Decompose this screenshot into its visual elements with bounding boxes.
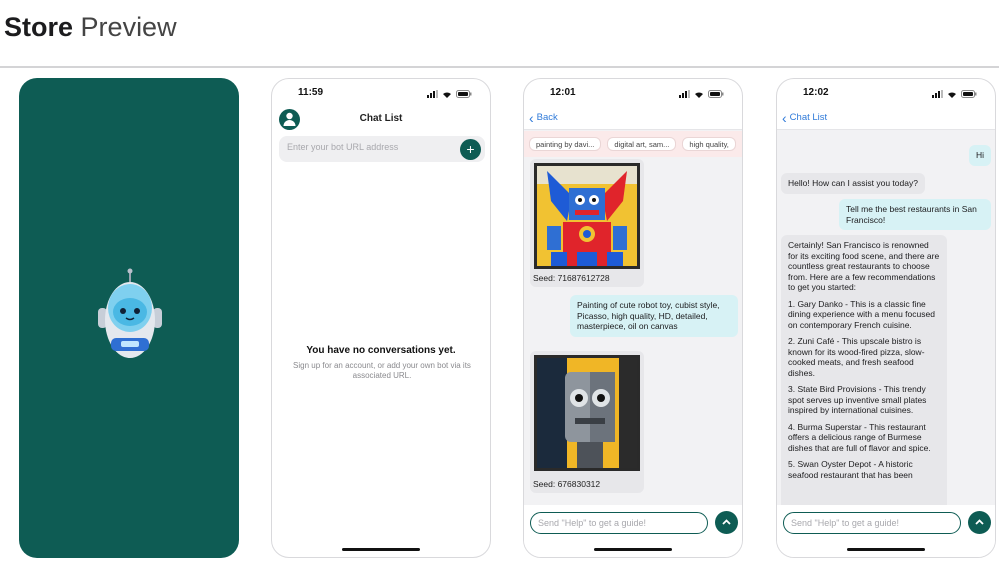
generated-image-card: Seed: 676830312	[530, 351, 644, 493]
robot-mascot-icon	[98, 268, 162, 358]
reply-item: 2. Zuni Café - This upscale bistro is kn…	[788, 336, 925, 378]
user-prompt-bubble: Painting of cute robot toy, cubist style…	[570, 295, 738, 337]
status-bar: 11:59	[272, 87, 490, 103]
chevron-left-icon: ‹	[782, 109, 787, 126]
plus-icon: +	[466, 141, 475, 157]
chevron-up-icon	[722, 519, 731, 525]
chat-list-screen: 11:59 Chat List + You have no conversati…	[271, 78, 491, 558]
back-label: Chat List	[789, 112, 828, 123]
restaurant-chat-screen: 12:02 ‹ Chat List Hi Hello! How can I ass…	[776, 78, 996, 558]
suggestion-chip[interactable]: digital art, sam...	[607, 137, 677, 151]
suggestion-chip[interactable]: painting by davi...	[529, 137, 602, 151]
title-bold: Store	[4, 12, 74, 42]
battery-icon	[456, 90, 472, 98]
home-indicator	[342, 548, 420, 551]
bot-url-input[interactable]	[287, 142, 447, 152]
reply-item: 3. State Bird Provisions - This trendy s…	[788, 384, 927, 415]
suggestion-chips: painting by davi... digital art, sam... …	[524, 131, 742, 157]
store-preview-header: Store Preview	[0, 0, 999, 68]
chat-list-title: Chat List	[359, 113, 403, 124]
reply-intro: Certainly! San Francisco is renowned for…	[788, 240, 940, 292]
user-message-bubble: Hi	[968, 145, 991, 166]
bot-message-bubble: Hello! How can I assist you today?	[781, 173, 925, 194]
wifi-icon	[947, 90, 957, 98]
suggestion-chip[interactable]: high quality,	[682, 137, 736, 151]
status-time: 11:59	[298, 87, 324, 98]
cubist-robot-image[interactable]	[534, 163, 640, 269]
send-button[interactable]	[715, 511, 738, 534]
send-button[interactable]	[968, 511, 991, 534]
reply-item: 1. Gary Danko - This is a classic fine d…	[788, 298, 935, 330]
bot-url-bar: +	[279, 136, 485, 162]
image-seed: Seed: 71687612728	[533, 273, 610, 283]
home-indicator	[847, 548, 925, 551]
message-input[interactable]	[783, 512, 961, 534]
status-time: 12:01	[550, 87, 576, 98]
home-indicator	[594, 548, 672, 551]
reply-item: 5. Swan Oyster Depot - A historic seafoo…	[788, 459, 913, 480]
empty-state-title: You have no conversations yet.	[306, 345, 456, 356]
status-bar: 12:01	[524, 87, 742, 103]
wifi-icon	[442, 90, 452, 98]
add-bot-button[interactable]: +	[460, 139, 481, 160]
back-label: Back	[536, 112, 558, 123]
status-time: 12:02	[803, 87, 829, 98]
back-button[interactable]: ‹ Back	[529, 109, 558, 126]
battery-icon	[708, 90, 724, 98]
image-chat-screen: 12:01 ‹ Back painting by davi... digital …	[523, 78, 743, 558]
page-title: Store Preview	[4, 12, 177, 43]
chevron-up-icon	[975, 519, 984, 525]
battery-icon	[961, 90, 977, 98]
signal-icon	[932, 90, 943, 98]
status-bar: 12:02	[777, 87, 995, 103]
wifi-icon	[694, 90, 704, 98]
image-seed: Seed: 676830312	[533, 479, 601, 489]
splash-screen	[19, 78, 239, 558]
title-light: Preview	[80, 12, 177, 42]
message-input[interactable]	[530, 512, 708, 534]
robot-portrait-image[interactable]	[534, 355, 640, 471]
bot-reply-bubble: Certainly! San Francisco is renowned for…	[781, 235, 947, 505]
chevron-left-icon: ‹	[529, 109, 534, 126]
back-to-chat-list-button[interactable]: ‹ Chat List	[782, 109, 828, 126]
generated-image-card: Seed: 71687612728	[530, 159, 644, 287]
empty-state-subtitle: Sign up for an account, or add your own …	[293, 361, 471, 380]
signal-icon	[427, 90, 438, 98]
reply-item: 4. Burma Superstar - This restaurant off…	[788, 421, 931, 453]
user-message-bubble: Tell me the best restaurants in San Fran…	[839, 199, 991, 230]
signal-icon	[679, 90, 690, 98]
